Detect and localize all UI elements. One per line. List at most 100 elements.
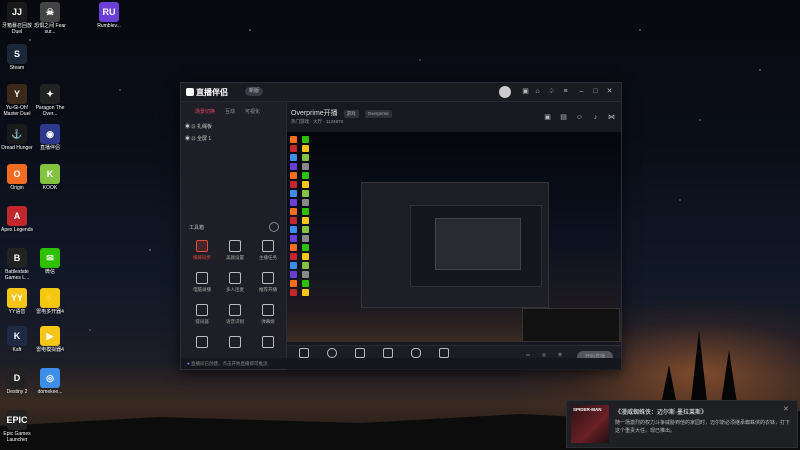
desktop-icon-rumble[interactable]: RU Rumblev... [92, 2, 126, 29]
preview-app-icon [302, 217, 309, 224]
desktop-icon-label: Destiny 2 [6, 389, 28, 395]
app-logo: 直播伴侣 [186, 87, 228, 98]
minimize-icon[interactable]: – [577, 87, 586, 96]
tool-icon [196, 336, 208, 348]
tab-interact[interactable]: 互动 [225, 108, 235, 115]
close-icon[interactable]: ✕ [605, 87, 614, 96]
battlestate-icon: B [7, 248, 27, 268]
chart-icon[interactable]: ▤ [559, 113, 568, 122]
desktop-icon-destiny[interactable]: D Destiny 2 [0, 368, 34, 395]
scene-item[interactable]: ◉ ⊡ 扎绳板 [185, 122, 212, 132]
desktop-icon-jjjt[interactable]: JJ 牙箱暴召回放 Duel [0, 2, 34, 35]
preview-app-icon [302, 136, 309, 143]
category-tag[interactable]: 游戏 [343, 110, 359, 118]
desktop-icon-fear[interactable]: ☠ 恐惧之间 Fear sur... [33, 2, 67, 35]
preview-app-icon [290, 271, 297, 278]
desktop-icon-yugioh[interactable]: Y Yu-Gi-Oh! Master Duel [0, 84, 34, 117]
desktop-icon-epic[interactable]: EPIC Epic Games Launcher [0, 410, 34, 443]
game-tag[interactable]: Overprime [364, 110, 392, 118]
preview-app-icon [302, 253, 309, 260]
app-title: 直播伴侣 [196, 88, 228, 97]
status-bar: ● 直播间已创建，点击开始直播即可推流 [181, 358, 621, 369]
scene-label: 扎绳板 [196, 124, 212, 130]
desktop-icon-label: Rumblev... [97, 23, 121, 29]
desktop-icon-yy[interactable]: YY YY语音 [0, 288, 34, 315]
version-badge[interactable]: 新版 [245, 87, 264, 96]
desktop-icon-steam[interactable]: S Steam [0, 44, 34, 71]
room-info: 热门游戏 · 大厅 · 1124870 [291, 119, 344, 124]
preview-app-icon [302, 271, 309, 278]
desktop-icon-kaft[interactable]: K Kaft [0, 326, 34, 353]
preview-app-icon [290, 181, 297, 188]
tool-button[interactable]: 语音识别 [220, 304, 250, 325]
preview-app-icon [290, 136, 297, 143]
tool-button[interactable]: 电脑录播 [187, 272, 217, 293]
preview-app-icon [302, 226, 309, 233]
desktop-icon-kook[interactable]: K KOOK [33, 164, 67, 191]
tool-button[interactable]: 多人连麦 [220, 272, 250, 293]
desktop-icon-label: 牙箱暴召回放 Duel [1, 23, 32, 35]
settings-icon[interactable] [269, 222, 279, 232]
bell-icon[interactable]: ♪ [591, 113, 600, 122]
desktop-icon-origin[interactable]: O Origin [0, 164, 34, 191]
tool-label: 横屏同步 [193, 255, 211, 260]
origin-icon: O [7, 164, 27, 184]
close-icon[interactable]: ✕ [783, 405, 789, 413]
preview-app-icon [290, 244, 297, 251]
preview-app-icon [302, 208, 309, 215]
maximize-icon[interactable]: □ [591, 87, 600, 96]
main-canvas: Overprime开播 游戏 Overprime 热门游戏 · 大厅 · 112… [287, 102, 621, 345]
tool-button[interactable]: 提词器 [187, 304, 217, 325]
left-tabs: 场景切换 互动 可视化 [195, 108, 260, 115]
preview-app-icon [302, 235, 309, 242]
desktop-icon-paragon[interactable]: ✦ Paragon The Over... [33, 84, 67, 117]
tool-button[interactable]: 美颜设置 [220, 240, 250, 261]
desktop-icon-label: Kaft [12, 347, 22, 353]
tool-button[interactable] [220, 336, 250, 351]
desktop-icon-leidian1[interactable]: ⚡ 雷电多开器4 [33, 288, 67, 315]
game-notification[interactable]: SPIDER-MAN 《漫威蜘蛛侠：迈尔斯·墨拉莱斯》 随一场激烈的权力斗争威胁… [566, 400, 798, 448]
dread-icon: ⚓ [7, 124, 27, 144]
avatar[interactable] [499, 86, 511, 98]
paragon-icon: ✦ [40, 84, 60, 104]
tab-visual[interactable]: 可视化 [245, 108, 260, 115]
preview-app-icon [302, 172, 309, 179]
tool-button[interactable]: 主播任务 [253, 240, 283, 261]
tool-icon [262, 272, 274, 284]
desktop-icon-leidian2[interactable]: ▶ 雷电模拟器4 [33, 326, 67, 353]
window-icon [383, 348, 393, 358]
stream-title[interactable]: Overprime开播 [291, 110, 338, 117]
menu-icon[interactable]: ≡ [561, 87, 570, 96]
tool-button[interactable]: 弹幕姬 [253, 304, 283, 325]
desktop-icon-domekee[interactable]: ◎ domekee... [33, 368, 67, 395]
desktop-icon-battlestate[interactable]: B Battlestate Games L... [0, 248, 34, 281]
user-icon[interactable]: ☺ [575, 113, 584, 122]
gift-icon[interactable]: ▣ [521, 87, 530, 96]
shirt-icon[interactable]: ♤ [547, 87, 556, 96]
tool-button[interactable] [253, 336, 283, 351]
fear-icon: ☠ [40, 2, 60, 22]
tool-icon [196, 240, 208, 252]
scene-item[interactable]: ◉ ⊡ 全屏 1 [185, 134, 211, 144]
desktop-icon-wechat[interactable]: ✉ 微信 [33, 248, 67, 275]
desktop-icon-label: Dread Hunger [1, 145, 33, 151]
stream-preview[interactable] [287, 132, 621, 342]
gift-icon[interactable]: ▣ [543, 113, 552, 122]
leidian2-icon: ▶ [40, 326, 60, 346]
toolbox-header: 工具箱 [189, 225, 205, 231]
preview-app-icon [302, 262, 309, 269]
desktop-icon-label: 微信 [44, 269, 55, 275]
desktop-icon-label: 恐惧之间 Fear sur... [34, 23, 66, 35]
desktop-icon-label: KOOK [42, 185, 58, 191]
tool-button[interactable]: 推荐开播 [253, 272, 283, 293]
tool-button[interactable]: 横屏同步 [187, 240, 217, 261]
tab-scenes[interactable]: 场景切换 [195, 108, 215, 115]
shop-icon[interactable]: ⌂ [533, 87, 542, 96]
desktop-icon-duzhong[interactable]: ◉ 直播伴侣 [33, 124, 67, 151]
share-icon[interactable]: ⋈ [607, 113, 616, 122]
desktop-icon-apex[interactable]: A Apex Legends [0, 206, 34, 233]
domekee-icon: ◎ [40, 368, 60, 388]
desktop-icon-dread[interactable]: ⚓ Dread Hunger [0, 124, 34, 151]
tool-label: 电脑录播 [193, 287, 211, 292]
tool-button[interactable] [187, 336, 217, 351]
